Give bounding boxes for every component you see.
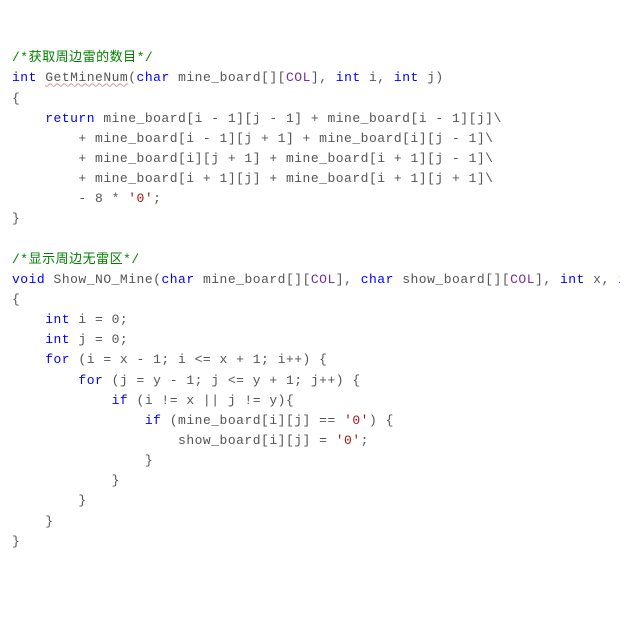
text: mine_board[][ [195, 272, 311, 287]
comment-show-no-mine: /*显示周边无雷区*/ [12, 252, 140, 267]
text: ( [128, 70, 136, 85]
text: ], [336, 272, 361, 287]
brace-open: { [12, 91, 20, 106]
brace-close: } [12, 211, 20, 226]
macro-col: COL [286, 70, 311, 85]
keyword-if: if [12, 393, 128, 408]
function-name-show-no-mine: Show_NO_Mine( [45, 272, 161, 287]
text: + mine_board[i + 1][j] + mine_board[i + … [12, 171, 493, 186]
keyword-void: void [12, 272, 45, 287]
text: ; [153, 191, 161, 206]
keyword-for: for [12, 373, 103, 388]
text: mine_board[][ [170, 70, 286, 85]
char-literal: '0' [344, 413, 369, 428]
char-literal: '0' [128, 191, 153, 206]
keyword-int: int [394, 70, 419, 85]
text: + mine_board[i - 1][j + 1] + mine_board[… [12, 131, 493, 146]
brace-close: } [12, 493, 87, 508]
brace-close: } [12, 453, 153, 468]
text: - 8 * [12, 191, 128, 206]
keyword-int: int [12, 70, 37, 85]
macro-col: COL [311, 272, 336, 287]
brace-close: } [12, 473, 120, 488]
brace-open: { [12, 292, 20, 307]
keyword-int: int [336, 70, 361, 85]
text: show_board[i][j] = [12, 433, 336, 448]
text: (j = y - 1; j <= y + 1; j++) { [103, 373, 360, 388]
text: mine_board[i - 1][j - 1] + mine_board[i … [95, 111, 502, 126]
text: j) [419, 70, 444, 85]
keyword-char: char [361, 272, 394, 287]
char-literal: '0' [336, 433, 361, 448]
brace-close: } [12, 534, 20, 549]
brace-close: } [12, 514, 54, 529]
keyword-int: int [560, 272, 585, 287]
keyword-int: int [12, 332, 70, 347]
keyword-return: return [12, 111, 95, 126]
text: i = 0; [70, 312, 128, 327]
text: j = 0; [70, 332, 128, 347]
text: (i != x || j != y){ [128, 393, 294, 408]
text: ], [311, 70, 336, 85]
keyword-char: char [161, 272, 194, 287]
text [37, 70, 45, 85]
text: i, [361, 70, 394, 85]
text: show_board[][ [394, 272, 510, 287]
keyword-char: char [137, 70, 170, 85]
keyword-if: if [12, 413, 161, 428]
keyword-for: for [12, 352, 70, 367]
macro-col: COL [510, 272, 535, 287]
text: x, [585, 272, 618, 287]
comment-get-mine-num: /*获取周边雷的数目*/ [12, 50, 153, 65]
keyword-int: int [12, 312, 70, 327]
function-name-getminenum: GetMineNum [45, 70, 128, 85]
text: ; [361, 433, 369, 448]
text: (mine_board[i][j] == [161, 413, 344, 428]
text: (i = x - 1; i <= x + 1; i++) { [70, 352, 327, 367]
text: ], [535, 272, 560, 287]
text: + mine_board[i][j + 1] + mine_board[i + … [12, 151, 493, 166]
code-block: /*获取周边雷的数目*/ int GetMineNum(char mine_bo… [12, 48, 608, 552]
text: ) { [369, 413, 394, 428]
